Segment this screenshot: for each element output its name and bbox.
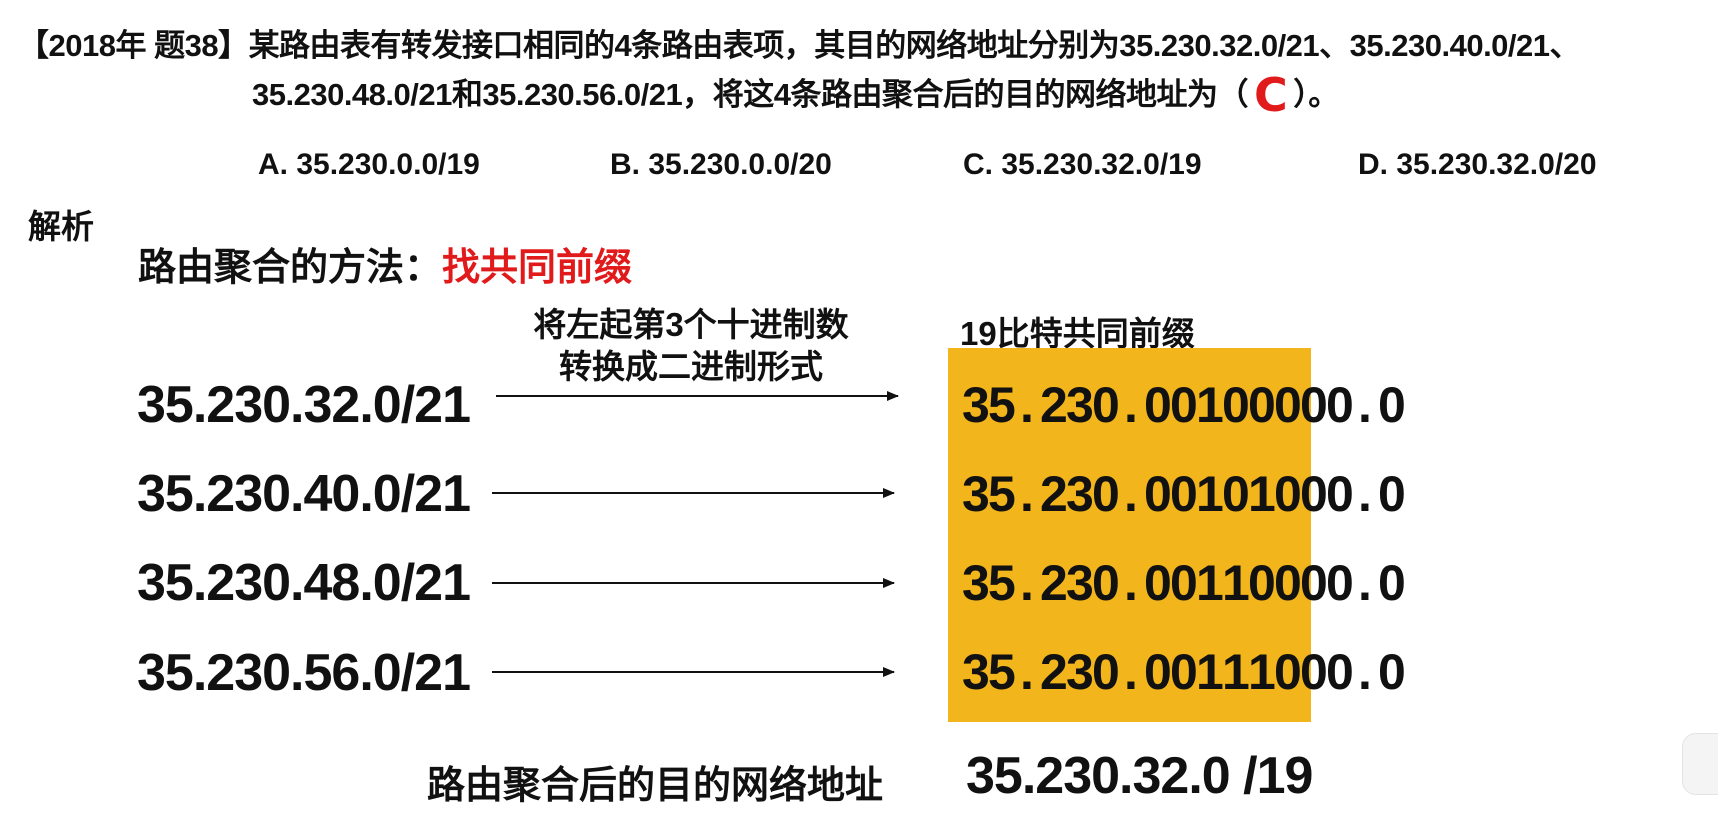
route-binary-1: 35. 230. 00100000. 0 (962, 376, 1406, 434)
route-binary-prefix: 35. 230. 001 (962, 555, 1224, 611)
result-value: 35.230.32.0 /19 (966, 747, 1313, 805)
route-decimal-1: 35.230.32.0/21 (137, 376, 471, 434)
route-binary-suffix: 11000. 0 (1222, 644, 1406, 700)
route-binary-3: 35. 230. 00110000. 0 (962, 554, 1406, 612)
route-binary-suffix: 10000. 0 (1222, 555, 1406, 611)
player-corner-icon[interactable] (1682, 733, 1718, 795)
route-binary-suffix: 01000. 0 (1222, 466, 1406, 522)
route-decimal-4: 35.230.56.0/21 (137, 644, 471, 702)
result-label: 路由聚合后的目的网络地址 (427, 765, 884, 807)
route-decimal-2: 35.230.40.0/21 (137, 465, 471, 523)
route-binary-suffix: 00000. 0 (1222, 377, 1406, 433)
route-binary-prefix: 35. 230. 001 (962, 466, 1224, 522)
route-binary-prefix: 35. 230. 001 (962, 377, 1224, 433)
route-binary-prefix: 35. 230. 001 (962, 644, 1224, 700)
route-decimal-3: 35.230.48.0/21 (137, 554, 471, 612)
route-binary-4: 35. 230. 00111000. 0 (962, 643, 1406, 701)
route-binary-2: 35. 230. 00101000. 0 (962, 465, 1406, 523)
